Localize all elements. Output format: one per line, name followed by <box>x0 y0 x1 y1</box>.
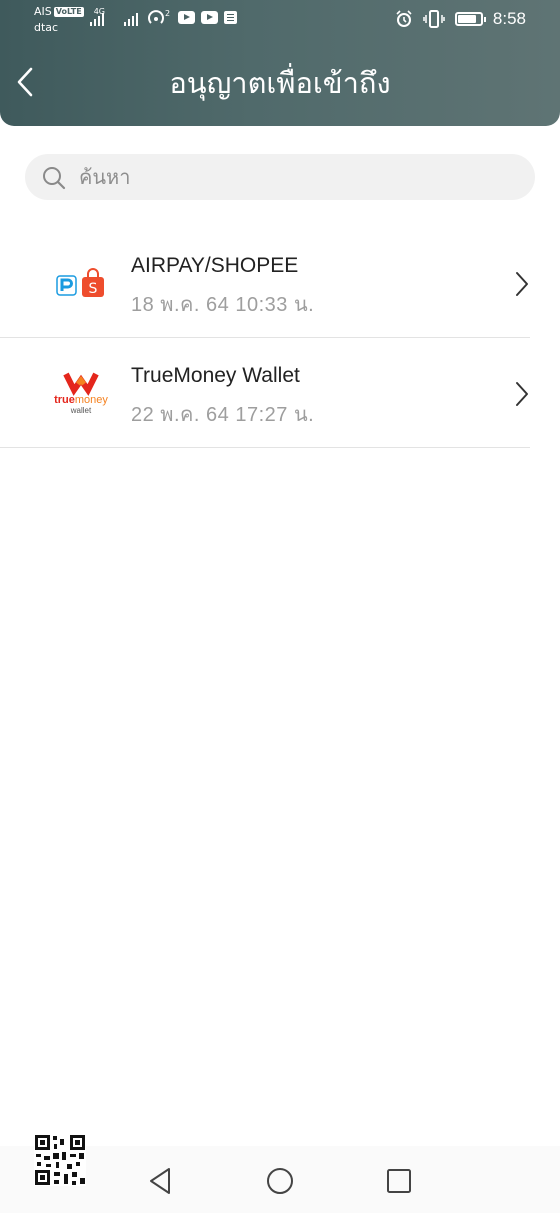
divider <box>0 447 530 448</box>
app-name: TrueMoney Wallet <box>131 364 300 387</box>
youtube-icon <box>201 10 218 24</box>
truemoney-logo-text-wallet: wallet <box>70 406 92 415</box>
app-header: AIS VoLTE 4G dtac 2 8:58 อนุญาตเพื่อเข้า… <box>0 0 560 126</box>
clock: 8:58 <box>492 9 526 28</box>
list-item-airpay-shopee[interactable]: S AIRPAY/SHOPEE 18 พ.ค. 64 10:33 น. <box>0 228 560 338</box>
truemoney-wallet-logo: truemoney wallet <box>54 368 108 422</box>
status-bar-right: 8:58 <box>395 9 526 29</box>
chevron-right-icon <box>516 382 528 406</box>
search-bar[interactable] <box>25 154 535 200</box>
app-access-date: 18 พ.ค. 64 10:33 น. <box>131 294 315 316</box>
svg-text:2: 2 <box>165 9 170 18</box>
page-title: อนุญาตเพื่อเข้าถึง <box>169 66 391 100</box>
truemoney-logo-text-money: money <box>74 394 108 406</box>
airpay-shopee-logo: S <box>56 268 104 297</box>
qr-code-icon <box>34 1134 86 1186</box>
signal-icon <box>124 12 138 26</box>
app-access-date: 22 พ.ค. 64 17:27 น. <box>131 404 315 426</box>
vibrate-icon <box>423 10 445 28</box>
list-item-truemoney-wallet[interactable]: truemoney wallet TrueMoney Wallet 22 พ.ค… <box>0 338 560 448</box>
hotspot-icon: 2 <box>148 9 170 24</box>
nav-recents-button[interactable] <box>384 1166 414 1196</box>
search-icon <box>43 167 66 190</box>
truemoney-logo-text-true: true <box>54 394 75 406</box>
nav-back-button[interactable] <box>146 1166 176 1196</box>
volte-badge: VoLTE <box>53 7 84 17</box>
alarm-icon <box>396 10 412 27</box>
carrier-1: AIS <box>34 5 52 18</box>
nav-home-button[interactable] <box>265 1166 295 1196</box>
app-name: AIRPAY/SHOPEE <box>131 254 299 277</box>
svg-text:S: S <box>89 281 98 297</box>
carrier-2: dtac <box>34 21 59 34</box>
truemoney-w-mark <box>63 372 99 396</box>
search-input[interactable] <box>79 165 509 189</box>
notification-icon <box>224 10 237 24</box>
battery-icon <box>454 12 486 26</box>
chevron-right-icon <box>516 272 528 296</box>
signal-icon <box>90 12 104 26</box>
youtube-icon <box>178 10 195 24</box>
